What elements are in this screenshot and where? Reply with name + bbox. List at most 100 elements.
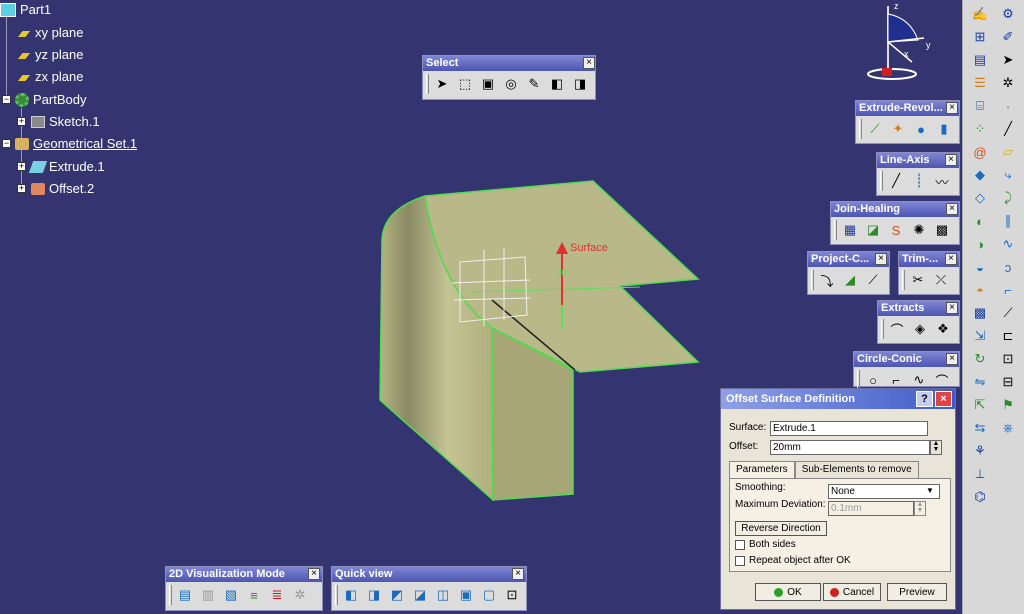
offset-spinner[interactable]: ▲ ▼ <box>930 440 942 455</box>
right-toolbar-strip[interactable]: ✍ ⊞ ▤ ☰ ⌸ ⁘ @ ◆ ◇ ◐ ◑ ◒ ◓ ▩ ⇲ ↻ ⇋ ⇱ ⇆ ⚘ … <box>962 0 1024 614</box>
lowlighted-unpickable-icon[interactable]: ≣ <box>267 585 287 605</box>
offset-field[interactable]: 20mm <box>770 440 930 455</box>
grip-handle[interactable] <box>169 585 172 605</box>
unpickable-background-icon[interactable]: ▧ <box>221 585 241 605</box>
expand-icon[interactable]: + <box>17 162 26 171</box>
extrude-icon[interactable]: ⟋ <box>865 119 885 139</box>
both-sides-row[interactable]: Both sides <box>735 539 796 550</box>
close-icon[interactable]: × <box>583 57 595 69</box>
tree-item-xy-plane[interactable]: xy plane <box>15 24 83 42</box>
spiral-icon[interactable]: @ <box>969 142 991 162</box>
toolbar-title[interactable]: Extrude-Revol... <box>856 101 959 116</box>
disassemble-icon[interactable]: ▩ <box>932 220 952 240</box>
grip-handle[interactable] <box>902 270 905 290</box>
grip-handle[interactable] <box>880 171 883 191</box>
corner-icon[interactable]: ⌐ <box>886 370 906 390</box>
offset-surface-dialog[interactable]: Offset Surface Definition ? × Surface: E… <box>720 388 956 610</box>
select-outside-intersect-icon[interactable]: ◨ <box>570 74 590 94</box>
close-icon[interactable]: × <box>946 203 958 215</box>
part-design-icon[interactable]: ⚙ <box>997 4 1019 24</box>
dot-icon[interactable]: · <box>997 96 1019 116</box>
select-toolbar[interactable]: Select × ➤ ⬚ ▣ ◎ ✎ ◧ ◨ <box>422 55 596 100</box>
close-icon[interactable]: × <box>512 568 524 580</box>
dialog-tabs[interactable]: Parameters Sub-Elements to remove <box>729 461 951 479</box>
boundary-tool-icon[interactable]: ⊏ <box>997 326 1019 346</box>
scaling-icon[interactable]: ⇱ <box>969 395 991 415</box>
plane-tool-icon[interactable]: ▱ <box>997 142 1019 162</box>
analysis-icon[interactable]: ⌬ <box>969 487 991 507</box>
tree-item-partbody[interactable]: PartBody <box>15 91 86 109</box>
pointer-icon[interactable]: ➤ <box>997 50 1019 70</box>
revolve-icon[interactable]: ✦ <box>888 119 908 139</box>
back-view-icon[interactable]: ◩ <box>387 585 407 605</box>
surface-field[interactable]: Extrude.1 <box>770 421 928 436</box>
left-view-icon[interactable]: ◪ <box>410 585 430 605</box>
smoothing-select[interactable]: None <box>828 484 940 499</box>
extrude-revolve-toolbar[interactable]: Extrude-Revol... ⟋ ✦ ● ▮ <box>855 100 960 144</box>
instantiate-icon[interactable]: ⎈ <box>997 418 1019 438</box>
tree-item-part1[interactable]: Part1 <box>0 1 51 19</box>
cylinder-icon[interactable]: ▮ <box>934 119 954 139</box>
preview-button[interactable]: Preview <box>887 583 947 601</box>
grip-handle[interactable] <box>335 585 338 605</box>
named-views-icon[interactable]: ⊡ <box>502 585 522 605</box>
tab-parameters[interactable]: Parameters <box>729 461 795 479</box>
no-3d-background-icon[interactable]: ▥ <box>198 585 218 605</box>
tab-sub-elements[interactable]: Sub-Elements to remove <box>794 461 919 479</box>
split-icon[interactable]: ✂ <box>908 270 928 290</box>
select-outside-icon[interactable]: ◧ <box>547 74 567 94</box>
projection-tool-icon[interactable]: ⤷ <box>997 165 1019 185</box>
projection-icon[interactable]: ⤵ <box>817 270 837 290</box>
translate-icon[interactable]: ⇲ <box>969 326 991 346</box>
help-button[interactable]: ? <box>916 391 933 407</box>
max-deviation-field[interactable]: 0.1mm <box>828 501 914 516</box>
snap-icon[interactable]: ✲ <box>997 73 1019 93</box>
lowlighted-background-icon[interactable]: ≡ <box>244 585 264 605</box>
curve-smooth-icon[interactable]: S <box>886 220 906 240</box>
close-icon[interactable]: × <box>946 353 958 365</box>
offset-tool-icon[interactable]: ◇ <box>969 188 991 208</box>
circle-conic-toolbar[interactable]: Circle-Conic ○ ⌐ ∿ ⌒ <box>853 351 960 390</box>
conic-icon[interactable]: ⌒ <box>932 370 952 390</box>
grip-handle[interactable] <box>859 119 862 139</box>
connect-curve-icon[interactable]: ∿ <box>909 370 929 390</box>
both-sides-checkbox[interactable] <box>735 539 745 550</box>
polyline-icon[interactable]: 〰 <box>932 171 952 191</box>
blend-icon[interactable]: ◓ <box>969 280 991 300</box>
compass[interactable]: z y x <box>864 0 938 84</box>
cutting-plane-icon[interactable]: ✲ <box>290 585 310 605</box>
reverse-direction-button[interactable]: Reverse Direction <box>735 521 827 536</box>
select-box-icon[interactable]: ⬚ <box>455 74 475 94</box>
cancel-button[interactable]: Cancel <box>823 583 881 601</box>
grip-handle[interactable] <box>426 74 429 94</box>
intersection-icon[interactable]: ⤸ <box>997 188 1019 208</box>
toolbar-title[interactable]: Join-Healing <box>831 202 959 217</box>
dialog-title-bar[interactable]: Offset Surface Definition ? × <box>721 389 955 409</box>
specification-tree[interactable]: Part1 xy plane yz plane zx plane − PartB… <box>0 0 170 200</box>
sweep-icon[interactable]: ◐ <box>969 211 991 231</box>
repeat-checkbox[interactable] <box>735 555 745 566</box>
axis-system-icon[interactable]: ⟂ <box>969 464 991 484</box>
measure-icon[interactable]: ⌸ <box>969 96 991 116</box>
pickable-visu-icon[interactable]: ▤ <box>175 585 195 605</box>
chevron-down-icon[interactable]: ▼ <box>926 486 934 495</box>
grip-handle[interactable] <box>811 270 814 290</box>
repeat-row[interactable]: Repeat object after OK <box>735 555 851 566</box>
front-view-icon[interactable]: ◨ <box>364 585 384 605</box>
combine-icon[interactable]: ◢ <box>840 270 860 290</box>
grip-handle[interactable] <box>834 220 837 240</box>
select-intersect-icon[interactable]: ▣ <box>478 74 498 94</box>
tree-item-geometrical-set[interactable]: Geometrical Set.1 <box>15 135 137 153</box>
select-polygon-icon[interactable]: ◎ <box>501 74 521 94</box>
top-view-icon[interactable]: ▣ <box>456 585 476 605</box>
isometric-view-icon[interactable]: ◧ <box>341 585 361 605</box>
select-paint-icon[interactable]: ✎ <box>524 74 544 94</box>
tree-item-extrude1[interactable]: Extrude.1 <box>28 158 105 176</box>
toolbar-title[interactable]: Quick view <box>332 567 526 582</box>
grip-handle[interactable] <box>881 319 884 339</box>
close-icon[interactable]: × <box>875 253 887 265</box>
affinity-icon[interactable]: ⇆ <box>969 418 991 438</box>
max-deviation-spinner[interactable]: ▲ ▼ <box>914 501 926 516</box>
untrim-icon[interactable]: ✺ <box>909 220 929 240</box>
spline-icon[interactable]: ∿ <box>997 234 1019 254</box>
